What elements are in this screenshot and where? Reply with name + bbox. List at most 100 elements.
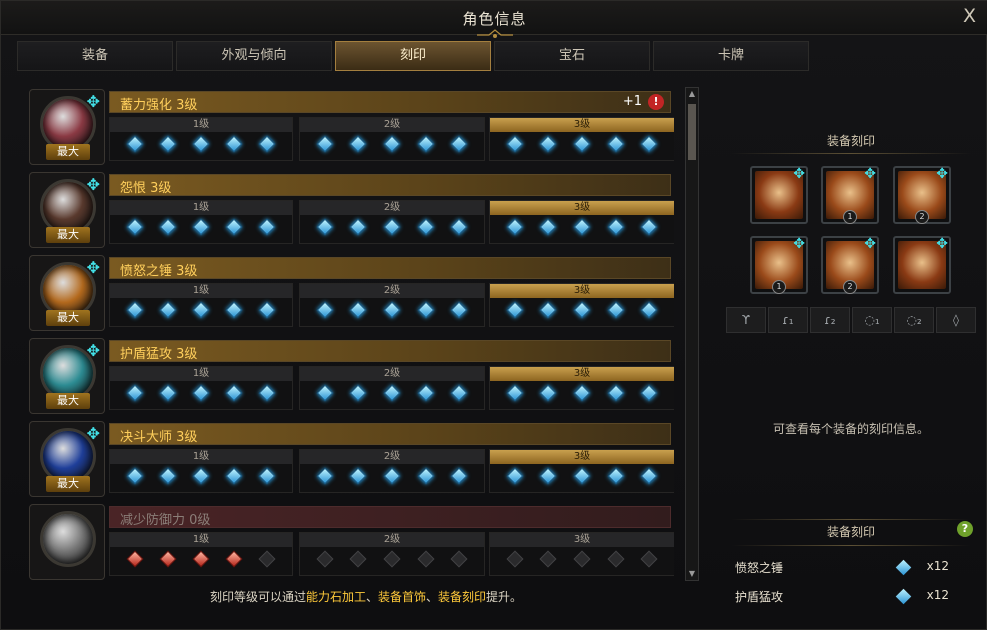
red-gem-icon (225, 550, 243, 568)
blue-gem-icon (640, 135, 658, 153)
tab-appearance[interactable]: 外观与倾向 (176, 41, 332, 71)
summary-row: 护盾猛攻 x12 (731, 585, 971, 607)
stone-icon[interactable]: ◊ (936, 307, 976, 333)
level-label: 1级 (110, 533, 292, 547)
engraving-bonus: +1 (622, 94, 642, 109)
blue-gem-icon (192, 135, 210, 153)
window-title: 角色信息 (462, 10, 527, 28)
equip-slot-ring-1[interactable]: ✥ 1 (750, 236, 808, 294)
ring-2-icon[interactable]: ◌₂ (894, 307, 934, 333)
engraving-row[interactable]: 减少防御力 0级 1级 2级 3级 (27, 502, 674, 582)
blue-gem-icon (383, 301, 401, 319)
close-button[interactable]: X (963, 5, 976, 27)
blue-gem-icon (417, 301, 435, 319)
blue-gem-icon (349, 218, 367, 236)
tab-equipment[interactable]: 装备 (17, 41, 173, 71)
alert-icon[interactable]: ! (648, 94, 664, 110)
blue-gem-icon (192, 301, 210, 319)
empty-gem-icon (450, 550, 468, 568)
engraving-row[interactable]: ✥ 最大 决斗大师 3级 1级 2级 3级 (27, 419, 674, 499)
blue-gem-icon (539, 467, 557, 485)
engraving-portrait[interactable] (29, 504, 105, 580)
blue-gem-icon (539, 135, 557, 153)
scroll-thumb[interactable] (688, 104, 696, 160)
blue-gem-icon (640, 218, 658, 236)
blue-gem-icon (316, 384, 334, 402)
blue-gem-icon (159, 218, 177, 236)
engrave-gem-icon (895, 559, 912, 576)
blue-gem-icon (159, 301, 177, 319)
blue-gem-icon (258, 467, 276, 485)
level-label: 3级 (490, 284, 674, 298)
summary-title: 装备刻印 (826, 525, 875, 539)
level-label: 3级 (490, 118, 674, 132)
blue-gem-icon (417, 384, 435, 402)
gem-row (498, 301, 666, 319)
level-label: 2级 (300, 367, 484, 381)
level-label: 2级 (300, 201, 484, 215)
level-label: 2级 (300, 450, 484, 464)
engraving-level: 1级 (109, 117, 293, 161)
level-label: 1级 (110, 284, 292, 298)
level-label: 2级 (300, 284, 484, 298)
scroll-up-icon[interactable]: ▲ (687, 89, 697, 99)
engraving-level: 2级 (299, 366, 485, 410)
engraving-row[interactable]: ✥ 最大 怨恨 3级 1级 2级 3级 (27, 170, 674, 250)
engraving-row[interactable]: ✥ 最大 蓄力强化 3级 +1! 1级 2级 3级 (27, 87, 674, 167)
plus-icon: ✥ (864, 236, 876, 252)
blue-gem-icon (506, 135, 524, 153)
engraving-portrait[interactable]: ✥ 最大 (29, 338, 105, 414)
engraving-name: 减少防御力 0级 (120, 513, 211, 528)
engraving-portrait[interactable]: ✥ 最大 (29, 421, 105, 497)
gem-row (498, 218, 666, 236)
tab-engraving[interactable]: 刻印 (335, 41, 491, 71)
earring-1-icon[interactable]: ɾ₁ (768, 307, 808, 333)
ring-1-icon[interactable]: ◌₁ (852, 307, 892, 333)
equip-slot-ring-2[interactable]: ✥ 2 (821, 236, 879, 294)
blue-gem-icon (258, 218, 276, 236)
blue-gem-icon (316, 467, 334, 485)
engraving-level: 1级 (109, 366, 293, 410)
blue-gem-icon (417, 218, 435, 236)
tab-gems[interactable]: 宝石 (494, 41, 650, 71)
necklace-icon[interactable]: ϒ (726, 307, 766, 333)
earring-2-icon[interactable]: ɾ₂ (810, 307, 850, 333)
equip-slot-earring-1[interactable]: ✥ 1 (821, 166, 879, 224)
engrave-gem-icon (895, 588, 912, 605)
level-label: 1级 (110, 367, 292, 381)
slot-number: 1 (843, 210, 857, 224)
gem-row (308, 550, 476, 568)
blue-gem-icon (192, 218, 210, 236)
engraving-level: 1级 (109, 449, 293, 493)
blue-gem-icon (383, 384, 401, 402)
footer-text: 刻印等级可以通过 (209, 590, 306, 604)
engraving-row[interactable]: ✥ 最大 愤怒之锤 3级 1级 2级 3级 (27, 253, 674, 333)
summary-row: 愤怒之锤 x12 (731, 556, 971, 578)
slot-number: 2 (843, 280, 857, 294)
engraving-portrait[interactable]: ✥ 最大 (29, 255, 105, 331)
tab-cards[interactable]: 卡牌 (653, 41, 809, 71)
blue-gem-icon (126, 384, 144, 402)
engraving-row[interactable]: ✥ 最大 护盾猛攻 3级 1级 2级 3级 (27, 336, 674, 416)
gem-row (308, 218, 476, 236)
engraving-portrait[interactable]: ✥ 最大 (29, 172, 105, 248)
plus-icon: ✥ (864, 166, 876, 182)
engraving-portrait[interactable]: ✥ 最大 (29, 89, 105, 165)
max-badge: 最大 (46, 310, 90, 326)
equip-slot-earring-2[interactable]: ✥ 2 (893, 166, 951, 224)
equip-slot-ability-stone[interactable]: ✥ (893, 236, 951, 294)
level-label: 3级 (490, 367, 674, 381)
red-gem-icon (126, 550, 144, 568)
equip-slot-necklace[interactable]: ✥ (750, 166, 808, 224)
blue-gem-icon (383, 135, 401, 153)
blue-gem-icon (607, 218, 625, 236)
scroll-down-icon[interactable]: ▼ (687, 569, 697, 579)
help-icon[interactable]: ? (957, 521, 973, 537)
plus-icon: ✥ (86, 424, 100, 443)
engraving-name: 蓄力强化 3级 (120, 98, 198, 113)
engraving-scrollbar[interactable]: ▲ ▼ (685, 87, 699, 581)
blue-gem-icon (573, 384, 591, 402)
blue-gem-icon (640, 301, 658, 319)
plus-icon: ✥ (86, 175, 100, 194)
equip-engraving-title: 装备刻印 (826, 134, 875, 148)
